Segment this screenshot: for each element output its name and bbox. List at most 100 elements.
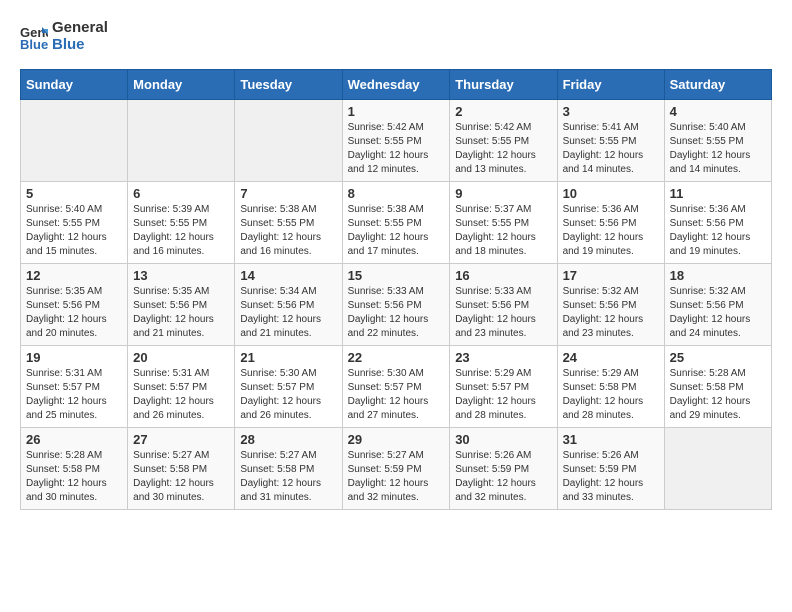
day-info: Sunrise: 5:33 AMSunset: 5:56 PMDaylight:… [455, 285, 551, 341]
day-number: 1 [348, 104, 445, 119]
day-number: 23 [455, 350, 551, 365]
calendar-cell: 23 Sunrise: 5:29 AMSunset: 5:57 PMDayligh… [450, 346, 557, 428]
day-number: 30 [455, 432, 551, 447]
calendar-cell: 1 Sunrise: 5:42 AMSunset: 5:55 PMDaylight… [342, 100, 450, 182]
logo-icon: General Blue [20, 23, 48, 51]
day-info: Sunrise: 5:38 AMSunset: 5:55 PMDaylight:… [348, 203, 445, 259]
day-header-tuesday: Tuesday [235, 70, 342, 100]
day-header-saturday: Saturday [664, 70, 771, 100]
day-info: Sunrise: 5:33 AMSunset: 5:56 PMDaylight:… [348, 285, 445, 341]
calendar-cell: 14Sunrise: 5:34 AMSunset: 5:56 PMDayligh… [235, 264, 342, 346]
day-info: Sunrise: 5:27 AMSunset: 5:58 PMDaylight:… [240, 449, 336, 505]
calendar-cell: 4Sunrise: 5:40 AMSunset: 5:55 PMDaylight… [664, 100, 771, 182]
day-info: Sunrise: 5:32 AMSunset: 5:56 PMDaylight:… [670, 285, 766, 341]
calendar-cell: 12 Sunrise: 5:35 AMSunset: 5:56 PMDayligh… [21, 264, 128, 346]
day-number: 19 [26, 350, 122, 365]
day-info: Sunrise: 5:30 AMSunset: 5:57 PMDaylight:… [240, 367, 336, 423]
calendar-cell: 31 Sunrise: 5:26 AMSunset: 5:59 PMDayligh… [557, 428, 664, 510]
calendar-cell: 9Sunrise: 5:37 AMSunset: 5:55 PMDaylight… [450, 182, 557, 264]
day-header-thursday: Thursday [450, 70, 557, 100]
day-info: Sunrise: 5:40 AMSunset: 5:55 PMDaylight:… [670, 121, 766, 177]
calendar-cell: 8 Sunrise: 5:38 AMSunset: 5:55 PMDaylight… [342, 182, 450, 264]
day-number: 31 [563, 432, 659, 447]
day-info: Sunrise: 5:29 AMSunset: 5:58 PMDaylight:… [563, 367, 659, 423]
svg-text:Blue: Blue [20, 37, 48, 51]
day-number: 11 [670, 186, 766, 201]
week-row-4: 19 Sunrise: 5:31 AMSunset: 5:57 PMDayligh… [21, 346, 772, 428]
day-info: Sunrise: 5:38 AMSunset: 5:55 PMDaylight:… [240, 203, 336, 259]
day-number: 18 [670, 268, 766, 283]
day-header-wednesday: Wednesday [342, 70, 450, 100]
day-info: Sunrise: 5:28 AMSunset: 5:58 PMDaylight:… [26, 449, 122, 505]
calendar-cell [21, 100, 128, 182]
logo-general: General [52, 19, 108, 36]
calendar-cell: 5Sunrise: 5:40 AMSunset: 5:55 PMDaylight… [21, 182, 128, 264]
day-number: 25 [670, 350, 766, 365]
calendar-table: SundayMondayTuesdayWednesdayThursdayFrid… [20, 69, 772, 510]
day-number: 22 [348, 350, 445, 365]
day-number: 8 [348, 186, 445, 201]
calendar-cell: 16 Sunrise: 5:33 AMSunset: 5:56 PMDayligh… [450, 264, 557, 346]
calendar-cell: 6 Sunrise: 5:39 AMSunset: 5:55 PMDaylight… [128, 182, 235, 264]
day-number: 27 [133, 432, 229, 447]
day-number: 5 [26, 186, 122, 201]
week-row-3: 12 Sunrise: 5:35 AMSunset: 5:56 PMDayligh… [21, 264, 772, 346]
day-info: Sunrise: 5:31 AMSunset: 5:57 PMDaylight:… [26, 367, 122, 423]
day-info: Sunrise: 5:39 AMSunset: 5:55 PMDaylight:… [133, 203, 229, 259]
day-info: Sunrise: 5:35 AMSunset: 5:56 PMDaylight:… [133, 285, 229, 341]
day-number: 29 [348, 432, 445, 447]
day-number: 15 [348, 268, 445, 283]
logo-blue: Blue [52, 36, 85, 53]
day-number: 20 [133, 350, 229, 365]
day-info: Sunrise: 5:29 AMSunset: 5:57 PMDaylight:… [455, 367, 551, 423]
day-number: 14 [240, 268, 336, 283]
day-header-friday: Friday [557, 70, 664, 100]
day-info: Sunrise: 5:35 AMSunset: 5:56 PMDaylight:… [26, 285, 122, 341]
day-info: Sunrise: 5:27 AMSunset: 5:59 PMDaylight:… [348, 449, 445, 505]
calendar-cell: 18 Sunrise: 5:32 AMSunset: 5:56 PMDayligh… [664, 264, 771, 346]
day-number: 2 [455, 104, 551, 119]
day-number: 24 [563, 350, 659, 365]
week-row-5: 26 Sunrise: 5:28 AMSunset: 5:58 PMDayligh… [21, 428, 772, 510]
day-number: 21 [240, 350, 336, 365]
calendar-cell: 2 Sunrise: 5:42 AMSunset: 5:55 PMDaylight… [450, 100, 557, 182]
calendar-cell: 28 Sunrise: 5:27 AMSunset: 5:58 PMDayligh… [235, 428, 342, 510]
day-info: Sunrise: 5:41 AMSunset: 5:55 PMDaylight:… [563, 121, 659, 177]
day-number: 26 [26, 432, 122, 447]
day-number: 9 [455, 186, 551, 201]
calendar-cell [235, 100, 342, 182]
day-info: Sunrise: 5:30 AMSunset: 5:57 PMDaylight:… [348, 367, 445, 423]
calendar-cell: 27 Sunrise: 5:27 AMSunset: 5:58 PMDayligh… [128, 428, 235, 510]
day-number: 17 [563, 268, 659, 283]
logo: General Blue General Blue [20, 20, 108, 53]
day-number: 3 [563, 104, 659, 119]
day-info: Sunrise: 5:36 AMSunset: 5:56 PMDaylight:… [563, 203, 659, 259]
calendar-cell: 24 Sunrise: 5:29 AMSunset: 5:58 PMDayligh… [557, 346, 664, 428]
day-info: Sunrise: 5:36 AMSunset: 5:56 PMDaylight:… [670, 203, 766, 259]
day-number: 28 [240, 432, 336, 447]
week-row-2: 5Sunrise: 5:40 AMSunset: 5:55 PMDaylight… [21, 182, 772, 264]
calendar-cell: 17 Sunrise: 5:32 AMSunset: 5:56 PMDayligh… [557, 264, 664, 346]
calendar-cell: 19 Sunrise: 5:31 AMSunset: 5:57 PMDayligh… [21, 346, 128, 428]
calendar-cell: 26 Sunrise: 5:28 AMSunset: 5:58 PMDayligh… [21, 428, 128, 510]
day-info: Sunrise: 5:28 AMSunset: 5:58 PMDaylight:… [670, 367, 766, 423]
calendar-cell: 3 Sunrise: 5:41 AMSunset: 5:55 PMDaylight… [557, 100, 664, 182]
calendar-cell [128, 100, 235, 182]
day-number: 16 [455, 268, 551, 283]
calendar-cell: 22 Sunrise: 5:30 AMSunset: 5:57 PMDayligh… [342, 346, 450, 428]
day-info: Sunrise: 5:27 AMSunset: 5:58 PMDaylight:… [133, 449, 229, 505]
calendar-cell: 11 Sunrise: 5:36 AMSunset: 5:56 PMDayligh… [664, 182, 771, 264]
day-info: Sunrise: 5:42 AMSunset: 5:55 PMDaylight:… [455, 121, 551, 177]
day-info: Sunrise: 5:32 AMSunset: 5:56 PMDaylight:… [563, 285, 659, 341]
day-number: 6 [133, 186, 229, 201]
calendar-cell: 25 Sunrise: 5:28 AMSunset: 5:58 PMDayligh… [664, 346, 771, 428]
calendar-cell: 7Sunrise: 5:38 AMSunset: 5:55 PMDaylight… [235, 182, 342, 264]
day-header-monday: Monday [128, 70, 235, 100]
day-info: Sunrise: 5:42 AMSunset: 5:55 PMDaylight:… [348, 121, 445, 177]
calendar-cell: 15 Sunrise: 5:33 AMSunset: 5:56 PMDayligh… [342, 264, 450, 346]
days-header-row: SundayMondayTuesdayWednesdayThursdayFrid… [21, 70, 772, 100]
day-number: 12 [26, 268, 122, 283]
day-info: Sunrise: 5:26 AMSunset: 5:59 PMDaylight:… [563, 449, 659, 505]
day-info: Sunrise: 5:31 AMSunset: 5:57 PMDaylight:… [133, 367, 229, 423]
calendar-cell [664, 428, 771, 510]
